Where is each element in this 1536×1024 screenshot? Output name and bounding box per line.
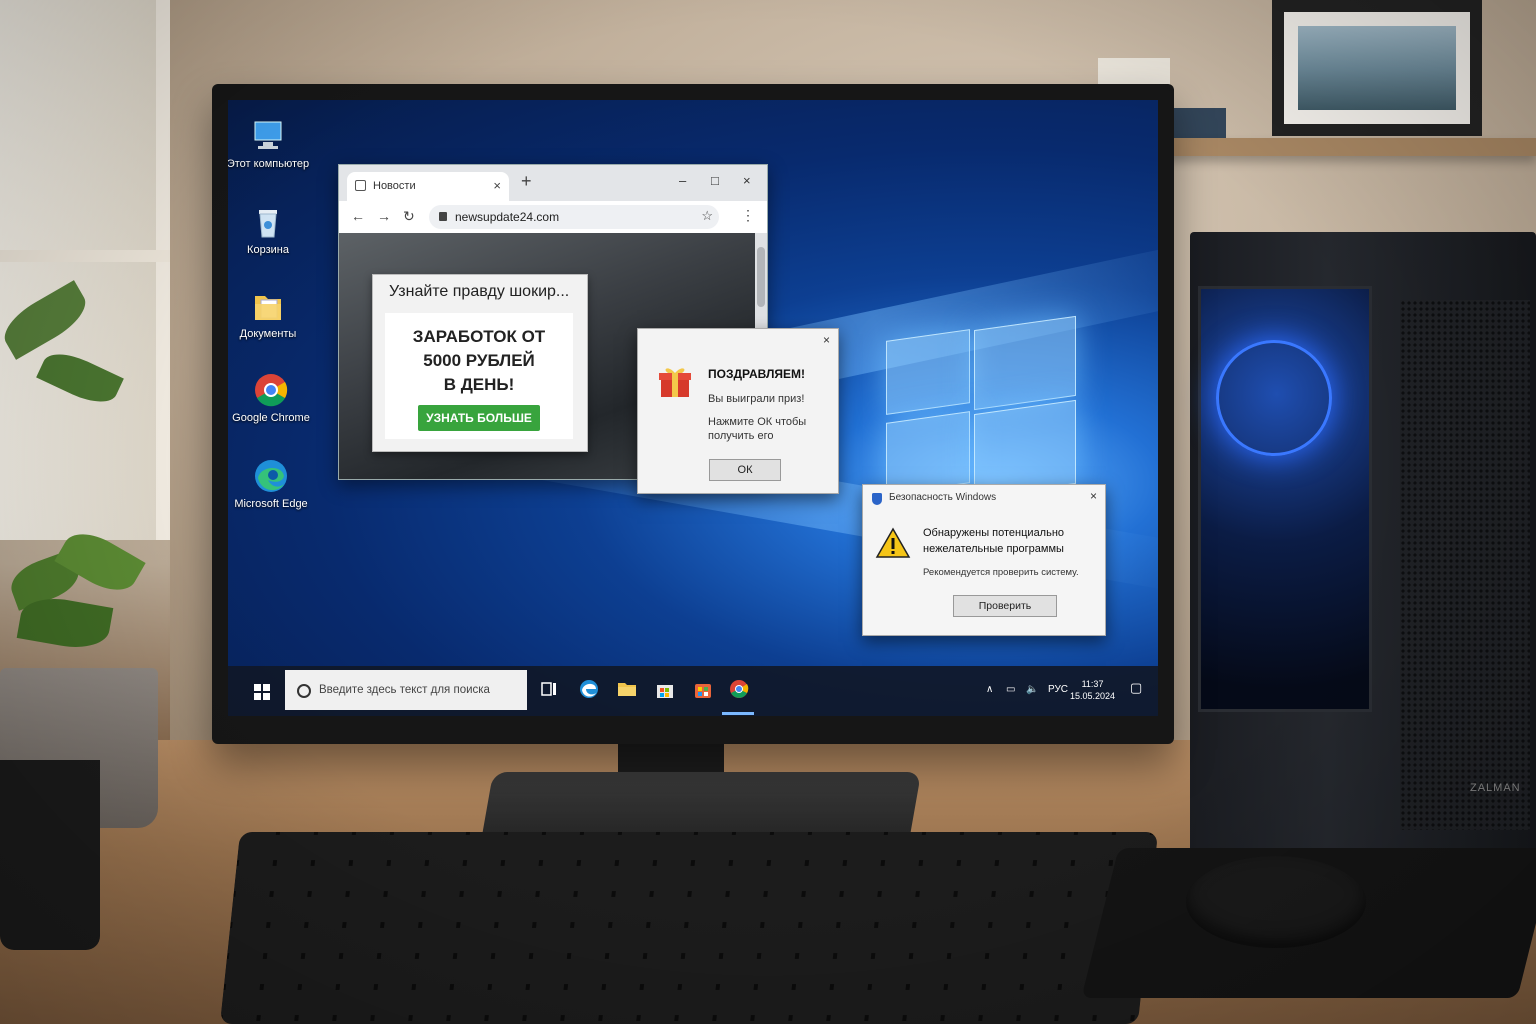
desktop-icon-label: Этот компьютер bbox=[228, 158, 310, 170]
taskbar: Введите здесь текст для поиска ∧ ▭ 🔈 РУС… bbox=[228, 666, 1158, 716]
address-url: newsupdate24.com bbox=[455, 210, 560, 224]
search-placeholder: Введите здесь текст для поиска bbox=[319, 684, 490, 696]
clock-time: 11:37 bbox=[1081, 679, 1104, 689]
edge-icon bbox=[252, 458, 290, 494]
lock-icon bbox=[439, 212, 447, 221]
prize-title: ПОЗДРАВЛЯЕМ! bbox=[708, 367, 806, 381]
ad-headline-line1: ЗАРАБОТОК ОТ bbox=[412, 327, 546, 346]
recycle-bin-icon bbox=[249, 204, 287, 240]
prize-ok-button[interactable]: ОК bbox=[709, 459, 781, 481]
browser-tab-strip: Новости × + – □ × bbox=[339, 165, 767, 201]
desktop-icon-google-chrome[interactable]: Google Chrome bbox=[228, 372, 317, 425]
mug bbox=[0, 760, 100, 950]
mouse bbox=[1186, 856, 1366, 948]
folder-icon bbox=[249, 288, 287, 324]
volume-icon[interactable]: 🔈 bbox=[1026, 684, 1038, 695]
desktop-icon-label: Документы bbox=[239, 328, 297, 340]
prize-message: Вы выиграли приз! bbox=[708, 393, 805, 405]
browser-toolbar: ← → ↻ newsupdate24.com ☆ ⋮ bbox=[339, 201, 767, 234]
taskbar-search-box[interactable]: Введите здесь текст для поиска bbox=[285, 670, 527, 710]
tab-favicon-icon bbox=[355, 180, 366, 191]
scrollbar-thumb[interactable] bbox=[757, 247, 765, 307]
prize-instruction: Нажмите ОК чтобы получить его bbox=[708, 416, 807, 442]
browser-tab[interactable]: Новости × bbox=[347, 172, 509, 201]
minimize-button[interactable]: – bbox=[679, 173, 686, 188]
security-recommendation: Рекомендуется проверить систему. bbox=[923, 567, 1079, 578]
edge-icon[interactable] bbox=[578, 678, 600, 700]
address-bar[interactable]: newsupdate24.com ☆ bbox=[429, 205, 719, 229]
pc-front-mesh bbox=[1400, 300, 1530, 830]
ad-headline-line2: 5000 РУБЛЕЙ bbox=[423, 351, 535, 370]
office-icon[interactable] bbox=[692, 678, 714, 700]
prize-close-button[interactable]: × bbox=[823, 333, 830, 347]
learn-more-button[interactable]: УЗНАТЬ БОЛЬШЕ bbox=[418, 405, 540, 431]
store-icon[interactable] bbox=[654, 678, 676, 700]
bookmark-star-icon[interactable]: ☆ bbox=[701, 208, 713, 224]
room-window-bar bbox=[0, 250, 170, 262]
pc-fan bbox=[1216, 340, 1332, 456]
new-tab-button[interactable]: + bbox=[521, 171, 532, 192]
language-indicator[interactable]: РУС bbox=[1048, 684, 1068, 695]
notifications-icon[interactable]: ▢ bbox=[1130, 680, 1142, 696]
reload-button[interactable]: ↻ bbox=[403, 208, 415, 225]
tray-chevron-icon[interactable]: ∧ bbox=[986, 684, 993, 695]
desktop-icon-recycle-bin[interactable]: Корзина bbox=[228, 204, 311, 257]
maximize-button[interactable]: □ bbox=[711, 173, 719, 188]
clock-date: 15.05.2024 bbox=[1070, 691, 1116, 701]
chrome-icon bbox=[252, 372, 290, 408]
ad-popup-header: Узнайте правду шокир... bbox=[389, 283, 570, 300]
ad-popup: Узнайте правду шокир... ЗАРАБОТОК ОТ 500… bbox=[372, 274, 588, 452]
back-button[interactable]: ← bbox=[351, 208, 365, 224]
chrome-icon[interactable] bbox=[728, 678, 750, 700]
desktop-icon-label: Корзина bbox=[247, 244, 289, 256]
shield-icon bbox=[872, 493, 882, 505]
security-dialog-title: Безопасность Windows bbox=[889, 492, 997, 503]
desktop-icon-microsoft-edge[interactable]: Microsoft Edge bbox=[228, 458, 317, 511]
desktop-icon-label: Google Chrome bbox=[232, 412, 310, 424]
desktop-icon-label: Microsoft Edge bbox=[234, 498, 308, 510]
security-message: Обнаружены потенциально нежелательные пр… bbox=[923, 527, 1065, 555]
room-window-frame bbox=[0, 0, 170, 540]
forward-button[interactable]: → bbox=[377, 208, 391, 224]
file-explorer-icon[interactable] bbox=[616, 678, 638, 700]
windows-logo-wallpaper bbox=[886, 315, 1076, 499]
security-close-button[interactable]: × bbox=[1090, 489, 1097, 503]
scan-button[interactable]: Проверить bbox=[953, 595, 1057, 617]
browser-menu-button[interactable]: ⋮ bbox=[741, 207, 755, 224]
close-button[interactable]: × bbox=[743, 173, 751, 188]
task-view-icon[interactable] bbox=[538, 678, 560, 700]
start-button[interactable] bbox=[254, 684, 270, 700]
desktop-screen: Этот компьютер Корзина Документы Google … bbox=[228, 100, 1158, 716]
warning-icon bbox=[875, 527, 911, 559]
pc-brand-label: ZALMAN bbox=[1470, 782, 1521, 794]
search-icon bbox=[297, 684, 311, 698]
taskbar-clock[interactable]: 11:37 15.05.2024 bbox=[1070, 678, 1115, 702]
desktop-icon-this-pc[interactable]: Этот компьютер bbox=[228, 118, 311, 171]
tab-close-button[interactable]: × bbox=[493, 178, 501, 193]
keyboard bbox=[219, 832, 1159, 1024]
ad-headline-line3: В ДЕНЬ! bbox=[443, 375, 515, 394]
prize-dialog: × ПОЗДРАВЛЯЕМ! Вы выиграли приз! Нажмите… bbox=[637, 328, 839, 494]
ad-popup-body: ЗАРАБОТОК ОТ 5000 РУБЛЕЙ В ДЕНЬ! УЗНАТЬ … bbox=[385, 313, 573, 439]
wall-picture-frame bbox=[1272, 0, 1482, 136]
network-icon[interactable]: ▭ bbox=[1006, 684, 1015, 695]
tab-title: Новости bbox=[373, 180, 416, 192]
security-dialog: Безопасность Windows × Обнаружены потенц… bbox=[862, 484, 1106, 636]
desktop-icon-documents[interactable]: Документы bbox=[228, 288, 311, 341]
gift-icon bbox=[658, 365, 692, 399]
computer-icon bbox=[249, 118, 287, 154]
active-app-indicator bbox=[722, 712, 754, 715]
